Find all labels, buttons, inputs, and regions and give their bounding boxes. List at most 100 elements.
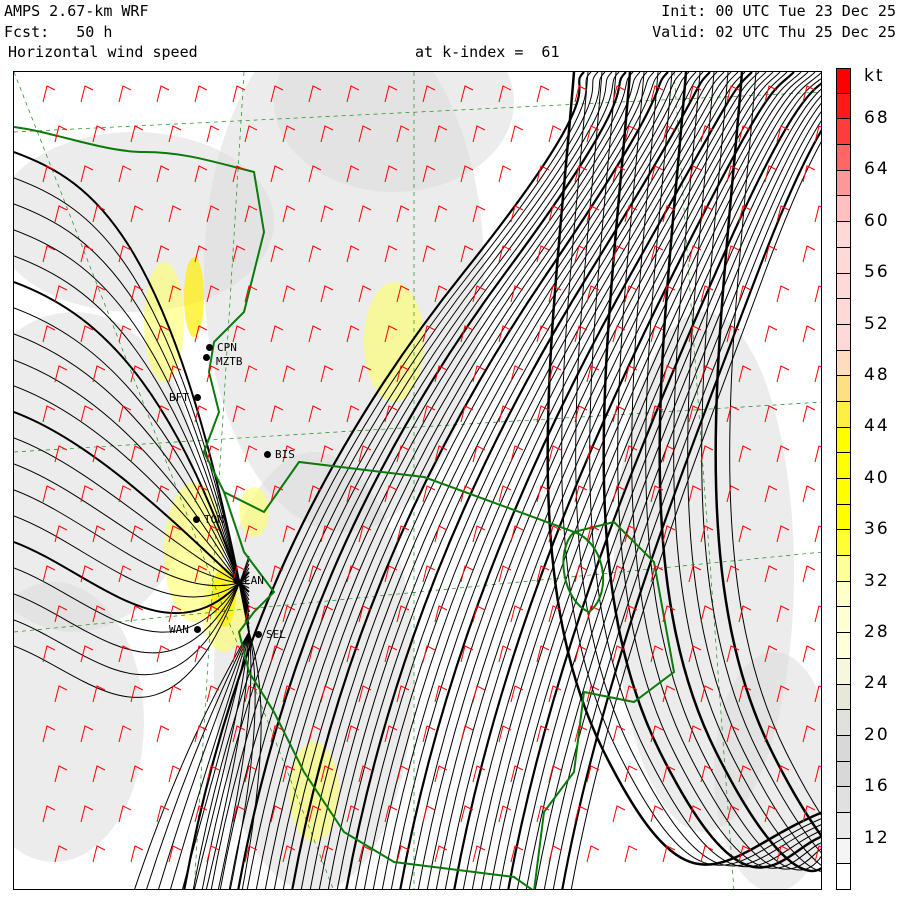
wind-speed-shading [364, 282, 424, 402]
colorbar-cell [836, 504, 851, 531]
wind-barb [510, 525, 524, 543]
wind-barb [156, 805, 170, 823]
wind-barb [814, 525, 821, 543]
colorbar-cell [836, 273, 851, 300]
wind-barb [802, 565, 816, 583]
wind-barb [814, 445, 821, 463]
colorbar-label: 68 [864, 108, 890, 128]
colorbar-label: 24 [864, 673, 890, 694]
colorbar-label: 20 [864, 724, 890, 745]
colorbar-label: 40 [864, 467, 890, 488]
wind-speed-shading [184, 257, 204, 337]
wind-barb [42, 85, 56, 103]
colorbar-cell [836, 735, 851, 762]
wind-barb [814, 365, 821, 383]
colorbar-label: 56 [864, 262, 890, 283]
colorbar-cell [836, 581, 851, 608]
station-marker [194, 626, 201, 633]
wind-barb [54, 125, 68, 143]
colorbar-cell [836, 710, 851, 736]
wind-barb [776, 285, 790, 303]
wind-barb [814, 285, 821, 303]
station-label: BIS [275, 448, 295, 461]
wind-speed-map: CPN MZTB BFT BIS TOM LAN WAN SEL [13, 71, 822, 890]
wind-barb [168, 765, 182, 783]
wind-barb [156, 85, 170, 103]
colorbar-cell [836, 658, 851, 685]
wind-barb [776, 365, 790, 383]
wind-barb [612, 805, 626, 823]
map-canvas [14, 72, 821, 889]
colorbar-cell [836, 324, 851, 351]
wind-barb [118, 85, 132, 103]
wind-barb [802, 645, 816, 663]
wind-barb [80, 85, 94, 103]
wind-barb [814, 205, 821, 223]
vertical-level: at k-index = 61 [415, 43, 560, 61]
wind-barb [156, 725, 170, 743]
field-name: Horizontal wind speed [8, 43, 198, 61]
valid-time: Valid: 02 UTC Thu 25 Dec 25 [652, 23, 896, 41]
colorbar-label: 44 [864, 416, 890, 437]
wind-speed-shading [144, 262, 184, 382]
wind-barb [510, 125, 524, 143]
colorbar-cell [836, 453, 851, 479]
colorbar-cell [836, 119, 851, 146]
colorbar-cell [836, 427, 851, 454]
init-time: Init: 00 UTC Tue 23 Dec 25 [661, 2, 896, 20]
station-label: TOM [204, 513, 224, 526]
wind-barb [92, 845, 106, 863]
wind-barb [434, 525, 448, 543]
colorbar-label: 48 [864, 365, 890, 385]
wind-barb [472, 445, 486, 463]
wind-barb [130, 845, 144, 863]
wind-barb [536, 85, 550, 103]
station-marker [233, 577, 240, 584]
colorbar-cell [836, 864, 851, 890]
station-marker [194, 394, 201, 401]
wind-barb [498, 165, 512, 183]
wind-barb [206, 125, 220, 143]
wind-barb [422, 485, 436, 503]
wind-barb [612, 325, 626, 343]
wind-barb [422, 565, 436, 583]
wind-barb [764, 325, 778, 343]
colorbar-cell [836, 376, 851, 402]
wind-barb [586, 845, 600, 863]
colorbar [836, 68, 851, 890]
colorbar-label: 60 [864, 210, 890, 231]
colorbar-cell [836, 170, 851, 197]
colorbar-cell [836, 68, 851, 94]
wind-barb [700, 845, 714, 863]
station-label: BFT [169, 391, 189, 404]
wind-barb [156, 645, 170, 663]
wind-barb [510, 365, 524, 383]
colorbar-label: 16 [864, 776, 890, 797]
wind-barb [624, 845, 638, 863]
wind-barb [434, 845, 448, 863]
wind-barb [472, 685, 486, 703]
wind-barb [802, 245, 816, 263]
station-marker [193, 516, 200, 523]
colorbar-cell [836, 222, 851, 248]
colorbar-cell [836, 684, 851, 711]
wind-barb [802, 165, 816, 183]
colorbar-label: 64 [864, 159, 890, 180]
station-label: SEL [266, 628, 286, 641]
colorbar-cell [836, 838, 851, 865]
colorbar-cell [836, 761, 851, 788]
colorbar-cell [836, 530, 851, 557]
colorbar-cell [836, 401, 851, 428]
colorbar-unit: kt [864, 66, 885, 86]
wind-barb [194, 85, 208, 103]
wind-barb [536, 325, 550, 343]
colorbar-label: 36 [864, 519, 890, 540]
station-label: MZTB [216, 355, 243, 368]
station-marker [206, 344, 213, 351]
wind-barb [802, 405, 816, 423]
colorbar-cell [836, 145, 851, 171]
colorbar-label: 28 [864, 622, 890, 642]
colorbar-label: 32 [864, 570, 890, 591]
station-label: LAN [244, 574, 264, 587]
colorbar-cell [836, 607, 851, 634]
